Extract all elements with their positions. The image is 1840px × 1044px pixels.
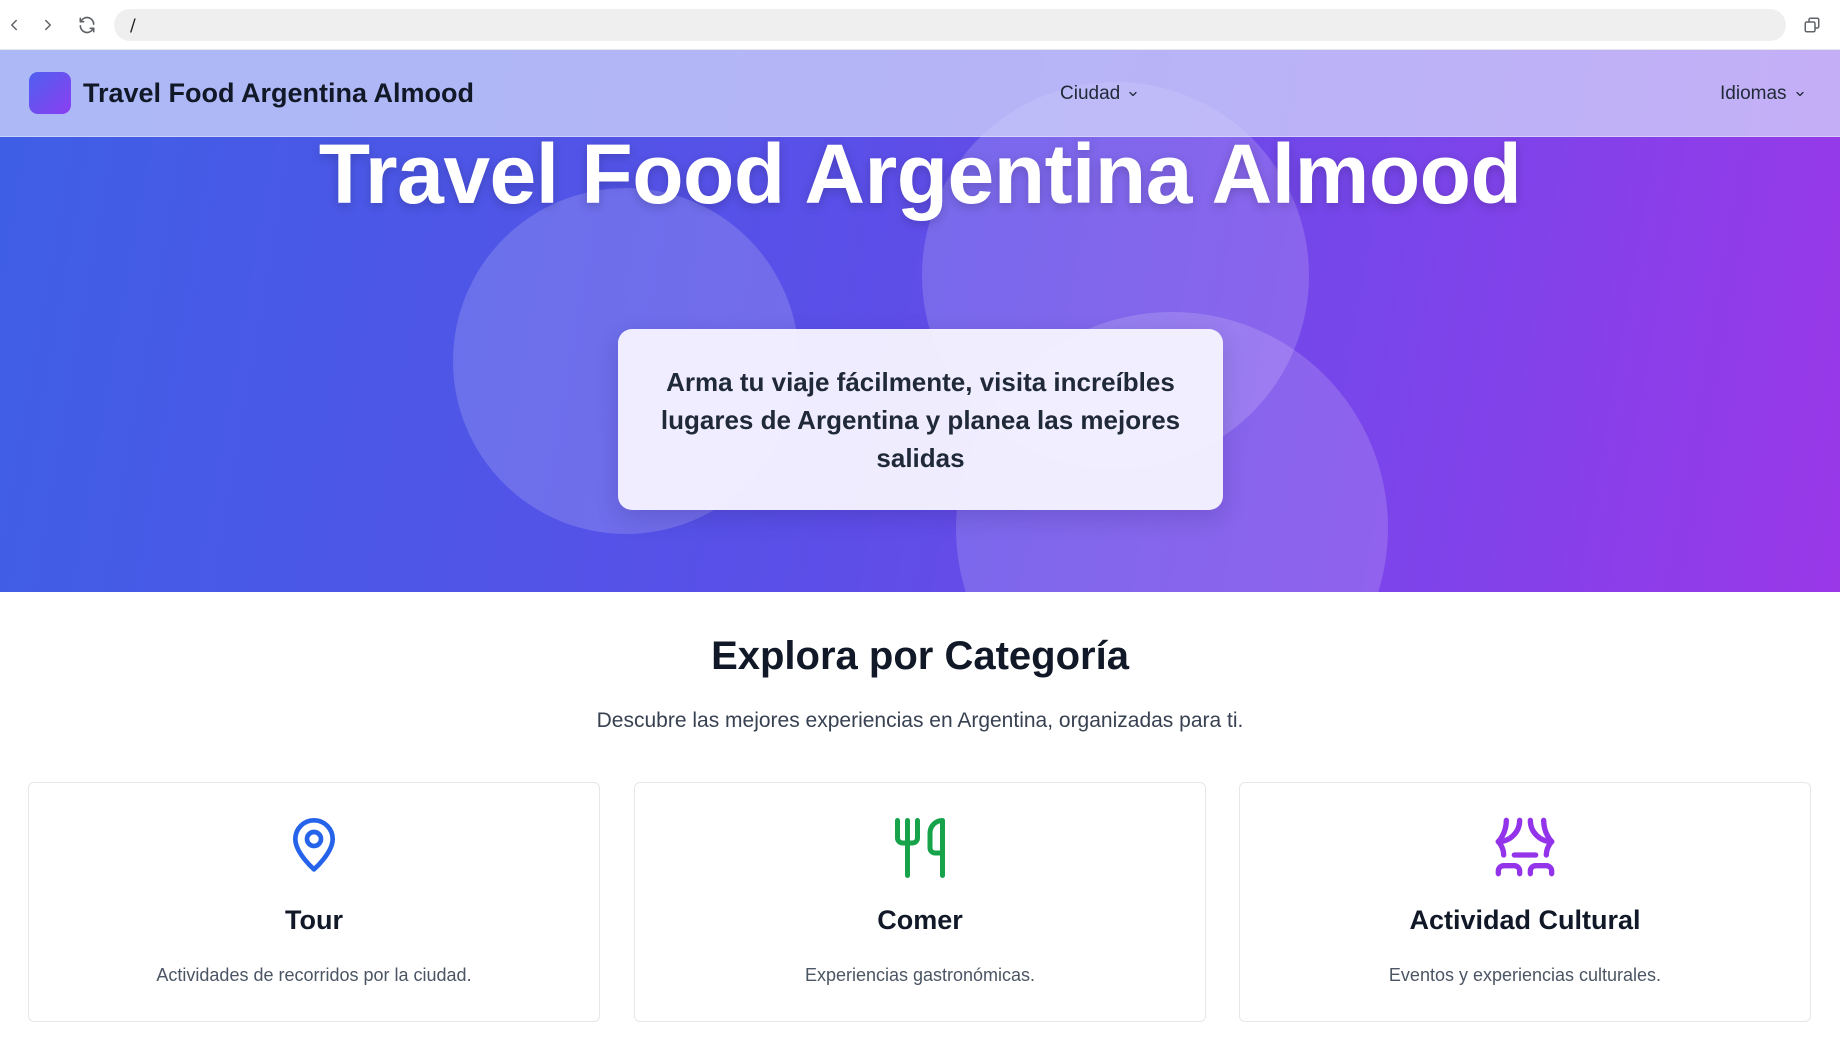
forward-icon[interactable] [34,11,62,39]
language-dropdown[interactable]: Idiomas [1720,83,1806,105]
city-dropdown-label: Ciudad [1060,83,1121,104]
back-icon[interactable] [0,11,28,39]
utensils-icon [635,815,1205,881]
chevron-down-icon [1794,88,1806,100]
category-card-tour[interactable]: Tour Actividades de recorridos por la ci… [28,782,600,1022]
category-title: Tour [285,905,343,935]
browser-toolbar: / [0,0,1840,50]
category-description: Eventos y experiencias culturales. [1388,965,1662,985]
theater-icon [1240,815,1810,881]
category-title: Comer [877,905,963,935]
site-header: Travel Food Argentina Almood Ciudad Idio… [0,50,1840,137]
logo-icon[interactable] [29,72,71,114]
map-pin-icon [29,815,599,881]
section-subtitle: Descubre las mejores experiencias en Arg… [596,709,1244,732]
language-dropdown-label: Idiomas [1720,83,1787,104]
reload-icon[interactable] [73,11,101,39]
brand-name[interactable]: Travel Food Argentina Almood [83,78,474,109]
hero-title: Travel Food Argentina Almood [318,127,1522,221]
hero-tagline-card: Arma tu viaje fácilmente, visita increíb… [618,329,1223,510]
address-bar[interactable]: / [114,9,1786,41]
category-title: Actividad Cultural [1409,905,1641,935]
category-card-actividad-cultural[interactable]: Actividad Cultural Eventos y experiencia… [1239,782,1811,1022]
city-dropdown[interactable]: Ciudad [1060,83,1139,105]
category-description: Experiencias gastronómicas. [804,965,1036,985]
hero-tagline: Arma tu viaje fácilmente, visita increíb… [660,366,1181,473]
tab-overview-icon[interactable] [1798,11,1826,39]
chevron-down-icon [1127,88,1139,100]
section-title: Explora por Categoría [711,634,1129,678]
url-text: / [130,16,136,36]
category-card-comer[interactable]: Comer Experiencias gastronómicas. [634,782,1206,1022]
category-description: Actividades de recorridos por la ciudad. [156,965,472,985]
